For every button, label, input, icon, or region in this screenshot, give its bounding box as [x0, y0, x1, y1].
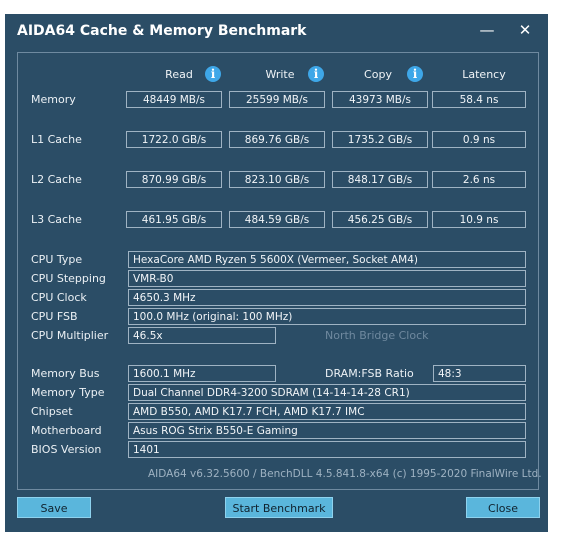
start-benchmark-button[interactable]: Start Benchmark	[225, 497, 333, 518]
minimize-button[interactable]: —	[475, 20, 499, 40]
l3-copy-value: 456.25 GB/s	[332, 211, 428, 228]
cpu-fsb-value: 100.0 MHz (original: 100 MHz)	[128, 308, 526, 325]
title-bar: AIDA64 Cache & Memory Benchmark — ✕	[5, 14, 548, 50]
cpu-type-label: CPU Type	[31, 253, 83, 266]
memory-type-value: Dual Channel DDR4-3200 SDRAM (14-14-14-2…	[128, 384, 526, 401]
bios-version-label: BIOS Version	[31, 443, 102, 456]
dram-fsb-ratio-label: DRAM:FSB Ratio	[325, 367, 414, 380]
cpu-stepping-label: CPU Stepping	[31, 272, 106, 285]
l1-latency-value: 0.9 ns	[432, 131, 526, 148]
header-copy: Copy	[364, 68, 392, 81]
row-label-l1: L1 Cache	[31, 133, 82, 146]
l1-read-value: 1722.0 GB/s	[126, 131, 222, 148]
cpu-stepping-value: VMR-B0	[128, 270, 526, 287]
l2-write-value: 823.10 GB/s	[229, 171, 325, 188]
close-button[interactable]: Close	[466, 497, 540, 518]
cpu-clock-value: 4650.3 MHz	[128, 289, 526, 306]
memory-bus-value: 1600.1 MHz	[128, 365, 276, 382]
footer-copyright: AIDA64 v6.32.5600 / BenchDLL 4.5.841.8-x…	[148, 468, 542, 480]
bios-version-value: 1401	[128, 441, 526, 458]
copy-info-icon[interactable]: i	[407, 66, 423, 82]
cpu-multiplier-value: 46.5x	[128, 327, 276, 344]
l3-write-value: 484.59 GB/s	[229, 211, 325, 228]
l2-read-value: 870.99 GB/s	[126, 171, 222, 188]
memory-copy-value: 43973 MB/s	[332, 91, 428, 108]
north-bridge-clock-label: North Bridge Clock	[325, 329, 429, 342]
l1-write-value: 869.76 GB/s	[229, 131, 325, 148]
window-title: AIDA64 Cache & Memory Benchmark	[17, 23, 307, 39]
memory-bus-label: Memory Bus	[31, 367, 100, 380]
cpu-fsb-label: CPU FSB	[31, 310, 78, 323]
motherboard-value: Asus ROG Strix B550-E Gaming	[128, 422, 526, 439]
l3-latency-value: 10.9 ns	[432, 211, 526, 228]
cpu-type-value: HexaCore AMD Ryzen 5 5600X (Vermeer, Soc…	[128, 251, 526, 268]
row-label-memory: Memory	[31, 93, 76, 106]
save-button[interactable]: Save	[17, 497, 91, 518]
close-window-button[interactable]: ✕	[513, 20, 537, 40]
header-write: Write	[265, 68, 295, 81]
benchmark-window: AIDA64 Cache & Memory Benchmark — ✕ Read…	[5, 14, 548, 532]
l2-copy-value: 848.17 GB/s	[332, 171, 428, 188]
l3-read-value: 461.95 GB/s	[126, 211, 222, 228]
cpu-clock-label: CPU Clock	[31, 291, 87, 304]
memory-read-value: 48449 MB/s	[126, 91, 222, 108]
chipset-label: Chipset	[31, 405, 73, 418]
row-label-l3: L3 Cache	[31, 213, 82, 226]
l2-latency-value: 2.6 ns	[432, 171, 526, 188]
write-info-icon[interactable]: i	[308, 66, 324, 82]
memory-latency-value: 58.4 ns	[432, 91, 526, 108]
read-info-icon[interactable]: i	[205, 66, 221, 82]
header-latency: Latency	[462, 68, 506, 81]
header-read: Read	[165, 68, 193, 81]
memory-write-value: 25599 MB/s	[229, 91, 325, 108]
motherboard-label: Motherboard	[31, 424, 102, 437]
dram-fsb-ratio-value: 48:3	[433, 365, 526, 382]
l1-copy-value: 1735.2 GB/s	[332, 131, 428, 148]
results-panel: Read i Write i Copy i Latency Memory 484…	[17, 52, 542, 490]
row-label-l2: L2 Cache	[31, 173, 82, 186]
chipset-value: AMD B550, AMD K17.7 FCH, AMD K17.7 IMC	[128, 403, 526, 420]
memory-type-label: Memory Type	[31, 386, 105, 399]
cpu-multiplier-label: CPU Multiplier	[31, 329, 109, 342]
